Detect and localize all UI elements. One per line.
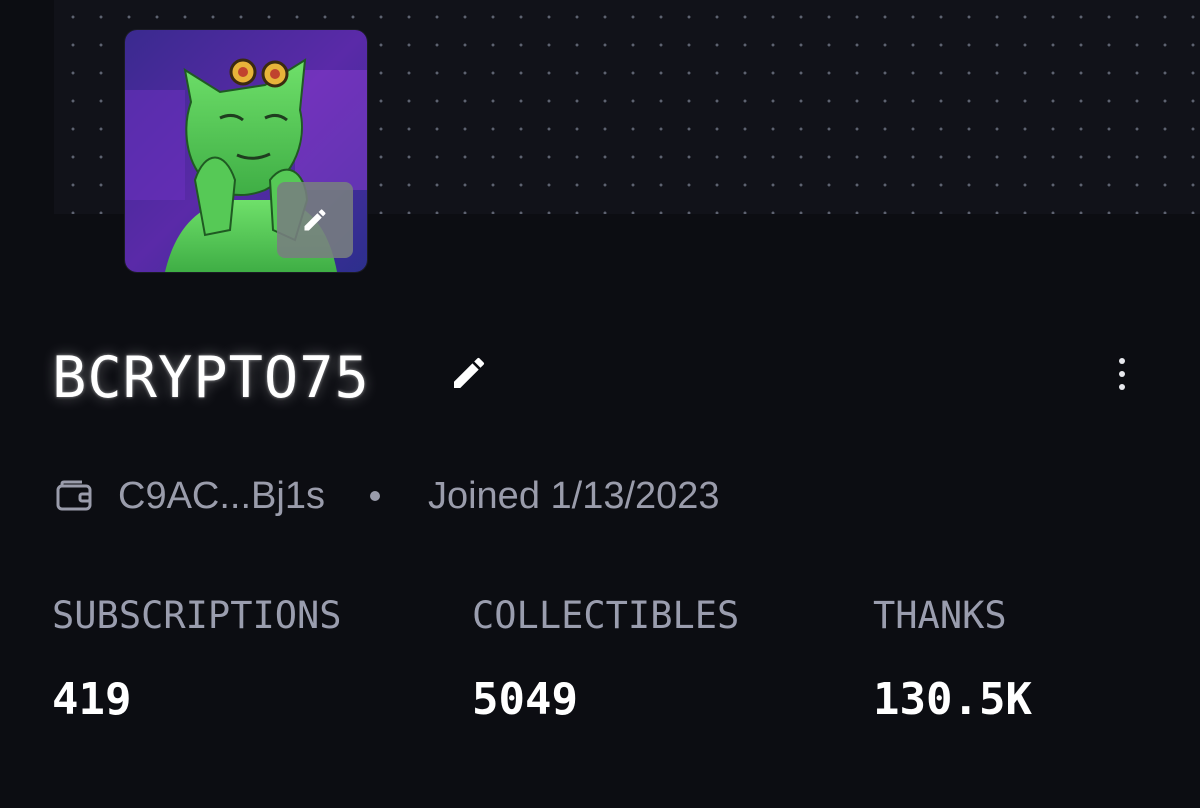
stat-value: 5049 (472, 674, 578, 725)
profile-username: BCRYPTO75 (52, 345, 370, 411)
joined-date: Joined 1/13/2023 (427, 474, 720, 517)
stat-value: 419 (52, 674, 132, 725)
stat-label: COLLECTIBLES (472, 594, 740, 637)
username-edit-button[interactable] (446, 350, 492, 396)
stat-label: THANKS (873, 594, 1007, 637)
more-vertical-icon-dot (1119, 371, 1125, 377)
pencil-icon (304, 209, 326, 231)
pencil-icon (454, 357, 485, 388)
meta-separator-dot (369, 491, 380, 501)
profile-meta-row: C9AC...Bj1s Joined 1/13/2023 (56, 470, 720, 522)
wallet-address[interactable]: C9AC...Bj1s (118, 475, 325, 518)
stat-value: 130.5K (873, 674, 1032, 725)
avatar-edit-button[interactable] (277, 182, 353, 258)
stat-collectibles[interactable]: COLLECTIBLES 5049 (472, 590, 739, 728)
more-options-button[interactable] (1100, 346, 1144, 402)
stat-label: SUBSCRIPTIONS (52, 594, 342, 637)
more-vertical-icon-dot (1119, 358, 1125, 364)
stat-thanks[interactable]: THANKS 130.5K (873, 590, 1032, 728)
stat-subscriptions[interactable]: SUBSCRIPTIONS 419 (52, 590, 342, 728)
more-vertical-icon-dot (1119, 384, 1125, 390)
wallet-icon (56, 480, 94, 512)
